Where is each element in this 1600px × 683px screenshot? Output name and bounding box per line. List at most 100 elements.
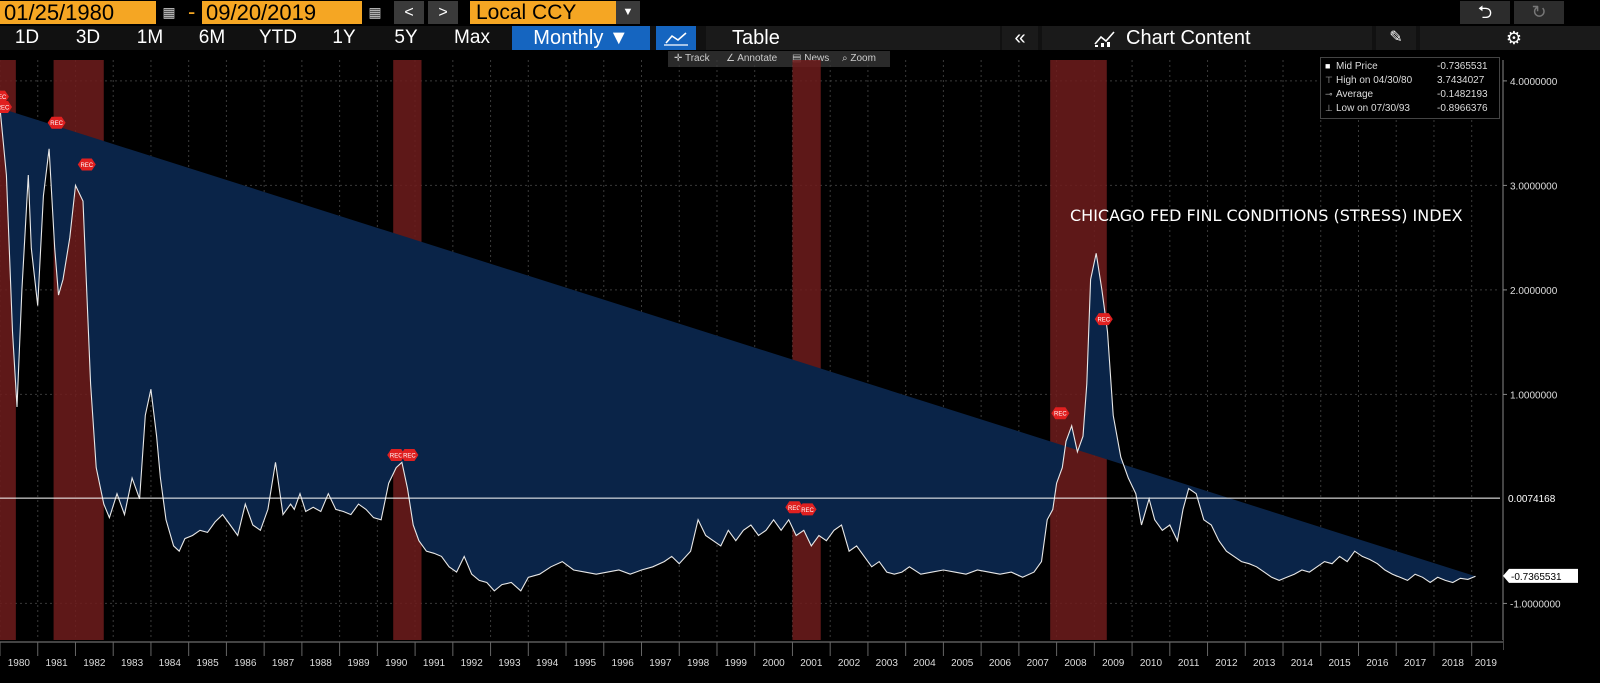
- x-tick-label: 1996: [612, 658, 635, 669]
- legend-average-value: -0.1482193: [1437, 89, 1488, 100]
- legend-average-label: Average: [1336, 89, 1374, 100]
- x-tick-label: 2004: [913, 658, 936, 669]
- legend-high: ⊤ High on 04/30/80 3.7434027: [1321, 74, 1499, 87]
- average-icon: ⊸: [1325, 89, 1333, 99]
- calendar-icon[interactable]: ▦: [366, 3, 384, 21]
- x-tick-label: 1980: [8, 658, 31, 669]
- legend-average: ⊸ Average -0.1482193: [1321, 88, 1499, 101]
- legend-low-value: -0.8966376: [1437, 103, 1488, 114]
- chevron-down-icon[interactable]: ▼: [616, 1, 640, 24]
- x-tick-label: 1997: [649, 658, 672, 669]
- end-date-input[interactable]: 09/20/2019: [202, 1, 362, 24]
- x-tick-label: 1981: [45, 658, 68, 669]
- collapse-button[interactable]: «: [1002, 26, 1038, 50]
- legend-low-label: Low on 07/30/93: [1336, 103, 1410, 114]
- recession-band: [792, 60, 821, 640]
- stress-index-chart: RECRECRECRECRECRECRECRECRECREC -1.000000…: [0, 60, 1578, 683]
- range-5y[interactable]: 5Y: [378, 26, 434, 50]
- x-tick-label: 1982: [83, 658, 106, 669]
- series-area: [0, 108, 1476, 591]
- range-1m[interactable]: 1M: [122, 26, 178, 50]
- line-chart-icon[interactable]: [656, 26, 696, 50]
- legend-low: ⊥ Low on 07/30/93 -0.8966376: [1321, 102, 1499, 115]
- x-tick-label: 1993: [498, 658, 521, 669]
- x-tick-label: 1986: [234, 658, 257, 669]
- x-tick-label: 1998: [687, 658, 710, 669]
- legend-high-value: 3.7434027: [1437, 75, 1485, 86]
- x-tick-label: 2017: [1404, 658, 1427, 669]
- y-tick-label: 2.0000000: [1510, 286, 1558, 297]
- rec-marker-label: REC: [0, 95, 7, 101]
- legend-mid-value: -0.7365531: [1437, 61, 1488, 72]
- range-3d[interactable]: 3D: [60, 26, 116, 50]
- range-1d[interactable]: 1D: [0, 26, 54, 50]
- period-select[interactable]: Monthly ▼: [512, 26, 650, 50]
- legend: ■ Mid Price -0.7365531 ⊤ High on 04/30/8…: [1320, 57, 1500, 119]
- y-tick-label: 1.0000000: [1510, 390, 1558, 401]
- x-tick-label: 2007: [1027, 658, 1050, 669]
- rec-marker-label: REC: [50, 121, 63, 127]
- start-date-input[interactable]: 01/25/1980: [0, 1, 156, 24]
- date-toolbar: 01/25/1980 ▦ - 09/20/2019 ▦ < > Local CC…: [0, 0, 1600, 26]
- currency-select[interactable]: Local CCY: [470, 1, 616, 24]
- x-tick-label: 2003: [876, 658, 899, 669]
- undo-button[interactable]: ⮌: [1460, 1, 1510, 24]
- reference-value-label: 0.0074168: [1508, 494, 1556, 505]
- calendar-icon[interactable]: ▦: [160, 3, 178, 21]
- x-axis-band: [0, 640, 1503, 683]
- x-tick-label: 1994: [536, 658, 559, 669]
- chart-content-icon: [1094, 31, 1115, 47]
- x-axis: 1980 1981 1982 1983 1984 1985 1986 1987 1988 1989…: [0, 640, 1503, 683]
- range-ytd[interactable]: YTD: [246, 26, 310, 50]
- x-tick-label: 1999: [725, 658, 748, 669]
- x-tick-label: 2002: [838, 658, 861, 669]
- y-axis: -1.0000000 1.0000000 2.0000000 3.0000000 4.0…: [1502, 60, 1578, 650]
- legend-mid-label: Mid Price: [1336, 61, 1378, 72]
- range-1y[interactable]: 1Y: [316, 26, 372, 50]
- gear-icon[interactable]: ⚙: [1420, 26, 1600, 50]
- x-tick-label: 1991: [423, 658, 446, 669]
- rec-marker-label: REC: [0, 106, 10, 112]
- high-icon: ⊤: [1325, 75, 1333, 85]
- x-tick-label: 2018: [1442, 658, 1465, 669]
- x-tick-label: 2010: [1140, 658, 1163, 669]
- range-6m[interactable]: 6M: [184, 26, 240, 50]
- x-tick-label: 1989: [347, 658, 370, 669]
- x-tick-label: 1983: [121, 658, 144, 669]
- redo-button[interactable]: ↻: [1514, 1, 1564, 24]
- line-chart-glyph: [664, 32, 688, 46]
- chart-title: CHICAGO FED FINL CONDITIONS (STRESS) IND…: [1070, 206, 1463, 225]
- x-tick-label: 2016: [1366, 658, 1389, 669]
- y-tick-label: 3.0000000: [1510, 181, 1558, 192]
- x-tick-label: 2011: [1178, 658, 1200, 669]
- x-tick-label: 2008: [1064, 658, 1087, 669]
- x-tick-label: 2013: [1253, 658, 1276, 669]
- x-tick-label: 2012: [1215, 658, 1238, 669]
- range-toolbar: 1D 3D 1M 6M YTD 1Y 5Y Max Monthly ▼ Tabl…: [0, 26, 1600, 50]
- x-tick-label: 1985: [196, 658, 219, 669]
- y-tick-label: -1.0000000: [1510, 599, 1561, 610]
- rec-marker-label: REC: [1097, 318, 1110, 324]
- low-icon: ⊥: [1325, 103, 1333, 113]
- x-tick-label: 1987: [272, 658, 295, 669]
- x-tick-label: 2000: [762, 658, 785, 669]
- x-tick-label: 2005: [951, 658, 974, 669]
- rec-marker-label: REC: [1054, 412, 1067, 418]
- x-tick-label: 2009: [1102, 658, 1125, 669]
- chart-content-label: Chart Content: [1126, 27, 1251, 49]
- edit-icon[interactable]: ✎: [1376, 26, 1416, 50]
- x-tick-label: 1990: [385, 658, 408, 669]
- x-tick-label: 2014: [1291, 658, 1314, 669]
- legend-mid: ■ Mid Price -0.7365531: [1321, 60, 1499, 73]
- legend-high-label: High on 04/30/80: [1336, 75, 1413, 86]
- table-button[interactable]: Table: [706, 26, 1000, 50]
- x-tick-label: 2019: [1475, 658, 1498, 669]
- x-tick-label: 1995: [574, 658, 597, 669]
- x-tick-label: 1984: [159, 658, 182, 669]
- prev-button[interactable]: <: [394, 1, 424, 24]
- x-tick-label: 2006: [989, 658, 1012, 669]
- range-max[interactable]: Max: [440, 26, 504, 50]
- chart-content-button[interactable]: Chart Content: [1042, 26, 1372, 50]
- square-icon: ■: [1325, 61, 1331, 71]
- next-button[interactable]: >: [428, 1, 458, 24]
